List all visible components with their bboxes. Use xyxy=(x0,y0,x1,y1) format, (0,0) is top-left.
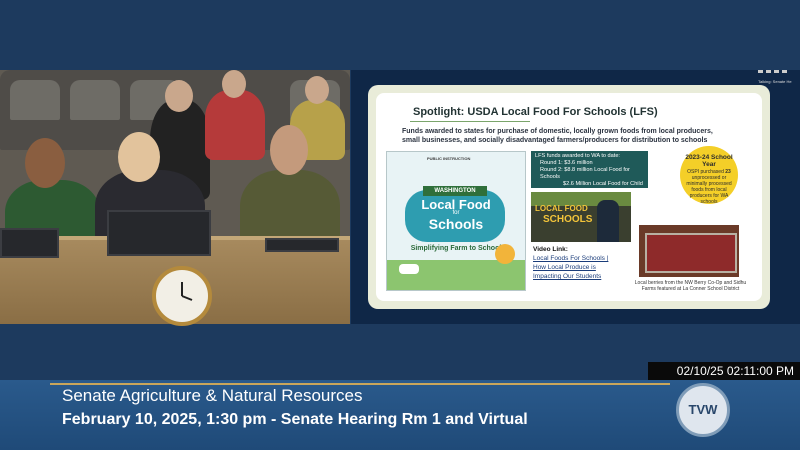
laptop xyxy=(265,238,339,252)
broadcast-timestamp: 02/10/25 02:11:00 PM xyxy=(648,362,800,380)
cow-icon xyxy=(399,264,419,274)
audience-head xyxy=(165,80,193,112)
funds-round-2: Round 2: $8.8 million Local Food for Sch… xyxy=(540,167,630,180)
thumb-text-2: SCHOOLS xyxy=(543,214,593,225)
laptop xyxy=(0,228,59,258)
berry-tray xyxy=(645,233,737,273)
school-year-circle: 2023-24 School Year OSPI purchased 23 un… xyxy=(680,146,738,205)
poster-agency: PUBLIC INSTRUCTION xyxy=(427,156,471,161)
lfs-funds-box: LFS funds awarded to WA to date: Round 1… xyxy=(531,151,648,188)
year-text-after: unprocessed or minimally processed foods… xyxy=(686,175,732,205)
audience-member xyxy=(205,90,265,160)
committee-name: Senate Agriculture & Natural Resources xyxy=(62,386,363,405)
layout-icon[interactable] xyxy=(766,70,771,73)
video-thumbnail[interactable]: LOCAL FOOD SCHOOLS xyxy=(531,192,631,242)
funds-round-1: Round 1: $3.6 million xyxy=(540,160,593,166)
talking-label: Talking: Senate He xyxy=(758,79,792,84)
local-food-for-schools-poster: PUBLIC INSTRUCTION WASHINGTON Local Food… xyxy=(386,151,526,291)
berries-photo xyxy=(639,225,739,277)
title-underline xyxy=(410,121,530,122)
video-label: Video Link: xyxy=(533,246,568,253)
berries-caption: Local berries from the NW Berry Co-Op an… xyxy=(634,280,747,292)
monitor xyxy=(107,210,211,256)
more-icon[interactable] xyxy=(782,70,787,73)
video-link-2[interactable]: How Local Produce is xyxy=(533,263,633,272)
poster-state: WASHINGTON xyxy=(423,186,487,196)
video-link-block: Video Link: Local Foods For Schools | Ho… xyxy=(533,245,633,281)
grid-icon[interactable] xyxy=(774,70,779,73)
tvw-logo: TVW xyxy=(676,383,730,437)
thumb-text-1: LOCAL FOOD xyxy=(535,204,588,213)
audience-head xyxy=(222,70,246,98)
wall-clock xyxy=(152,266,212,326)
chair xyxy=(70,80,120,120)
apple-tree-icon xyxy=(495,244,515,264)
thumb-person xyxy=(597,200,619,242)
testifier-right-head xyxy=(270,125,308,175)
video-link-1[interactable]: Local Foods For Schools | xyxy=(533,254,633,263)
hearing-details: February 10, 2025, 1:30 pm - Senate Hear… xyxy=(62,411,528,428)
minimize-icon[interactable] xyxy=(758,70,763,73)
school-year: 2023-24 School Year xyxy=(685,154,733,168)
video-controls: Talking: Senate He xyxy=(752,70,800,90)
testifier-center-head xyxy=(118,132,160,182)
chair xyxy=(10,80,60,120)
video-link-3[interactable]: Impacting Our Students xyxy=(533,272,633,281)
audience-head xyxy=(305,76,329,104)
banner-accent-line xyxy=(50,383,670,385)
slide-title: Spotlight: USDA Local Food For Schools (… xyxy=(413,106,658,118)
funds-heading: LFS funds awarded to WA to date: xyxy=(535,153,620,159)
funds-round-2b: $2.6 Million Local Food for Child xyxy=(563,181,643,187)
testifier-left-head xyxy=(25,138,65,188)
slide-subtitle: Funds awarded to states for purchase of … xyxy=(402,128,713,144)
poster-title-3: Schools xyxy=(428,216,484,232)
